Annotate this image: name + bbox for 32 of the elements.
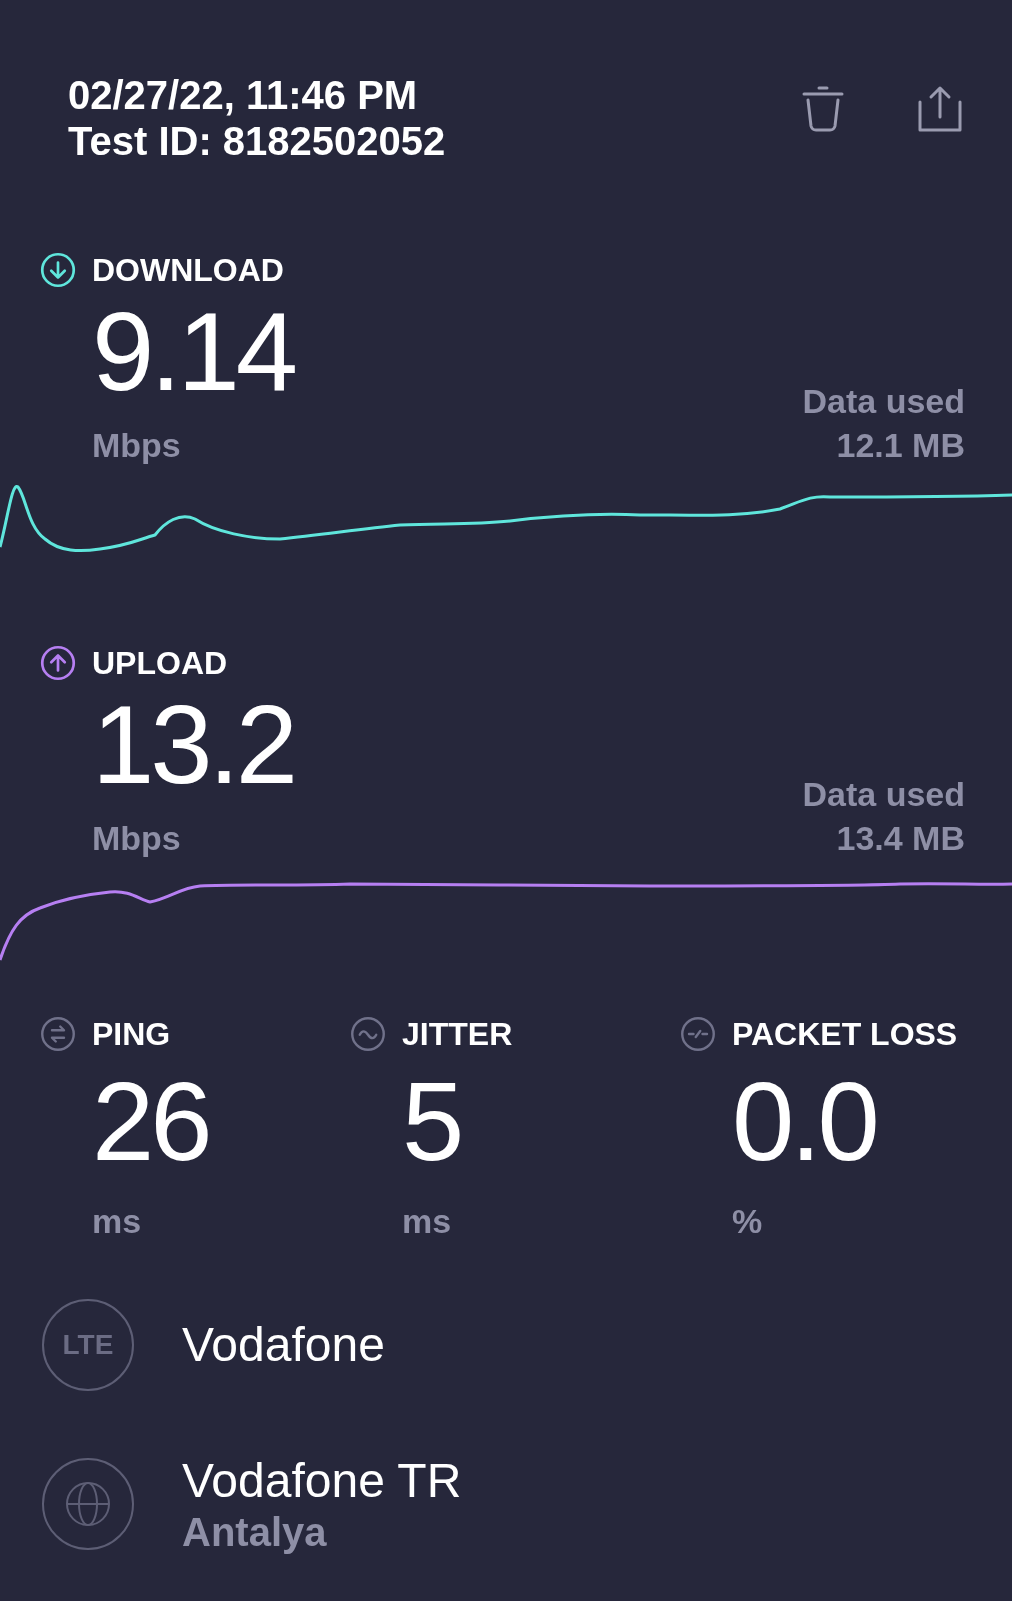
speed-unit: Mbps — [92, 818, 182, 859]
stat-unit: ms — [401, 1201, 453, 1242]
data-used-label: Data used — [802, 774, 965, 815]
share-button[interactable] — [916, 84, 964, 134]
stat-label: PING — [92, 1015, 171, 1054]
test-date: 02/27/22, 11:46 PM — [68, 72, 419, 118]
speed-unit: Mbps — [92, 425, 182, 466]
data-used-value: 12.1 MB — [836, 425, 965, 466]
speed-value: 9.14 — [92, 296, 294, 408]
speed-value: 13.2 — [92, 689, 294, 801]
data-used-value: 13.4 MB — [836, 818, 965, 859]
share-icon — [916, 84, 964, 134]
stat-value: 5 — [401, 1066, 462, 1178]
stat-value: 0.0 — [731, 1066, 877, 1178]
provider-name: Vodafone — [182, 1317, 385, 1373]
data-used-label: Data used — [802, 381, 965, 422]
trash-icon — [800, 85, 846, 133]
stat-label: JITTER — [402, 1015, 513, 1054]
stat-value: 26 — [91, 1066, 210, 1178]
server-location: Antalya — [182, 1509, 328, 1555]
stat-unit: % — [731, 1201, 764, 1242]
result-label: DOWNLOAD — [92, 251, 284, 290]
globe-icon — [42, 1458, 134, 1550]
test-id: Test ID: 8182502052 — [68, 118, 446, 164]
network-type-badge: LTE — [42, 1299, 134, 1391]
result-label: UPLOAD — [92, 644, 228, 683]
provider-name: Vodafone TR — [182, 1453, 462, 1509]
wave-icon — [350, 1016, 386, 1052]
stat-label: PACKET LOSS — [732, 1015, 958, 1054]
stat-unit: ms — [91, 1201, 143, 1242]
ping-arrows-icon — [40, 1016, 76, 1052]
delete-button[interactable] — [800, 84, 846, 134]
